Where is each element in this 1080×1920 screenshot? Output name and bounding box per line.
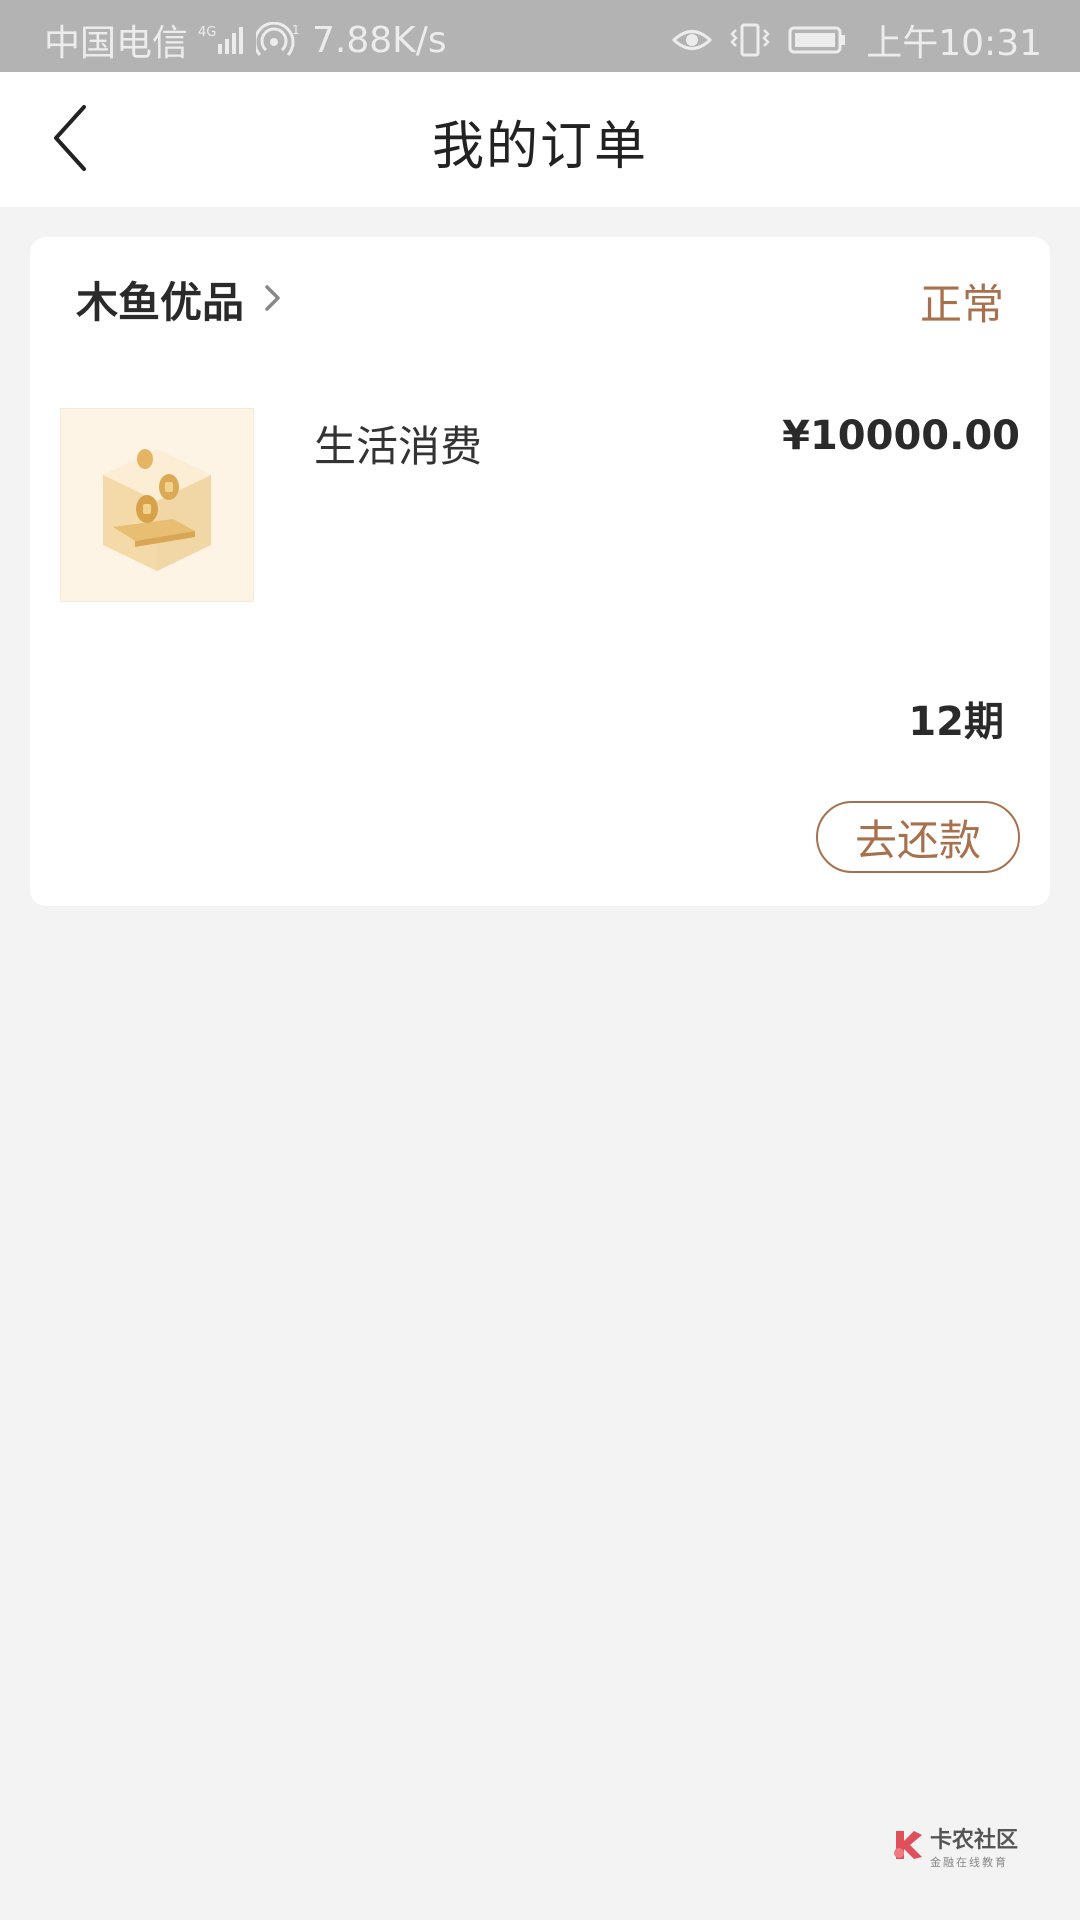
installment-count: 12期 bbox=[908, 699, 1004, 745]
product-name: 生活消费 bbox=[314, 422, 483, 471]
battery-icon bbox=[788, 24, 848, 56]
chevron-right-icon bbox=[264, 283, 282, 317]
shop-name: 木鱼优品 bbox=[76, 278, 245, 327]
clock: 上午10:31 bbox=[866, 23, 1042, 64]
svg-text:1: 1 bbox=[292, 23, 300, 37]
shop-link[interactable]: 木鱼优品 bbox=[76, 269, 282, 330]
product-thumbnail bbox=[60, 408, 254, 602]
product-price: ¥10000.00 bbox=[782, 413, 1020, 459]
eye-icon bbox=[672, 25, 713, 55]
order-card[interactable]: 木鱼优品 正常 生活消费 ¥10000.00 12期 去还款 bbox=[30, 237, 1050, 906]
kanong-logo-icon bbox=[890, 1827, 924, 1865]
vibrate-icon bbox=[730, 22, 771, 58]
network-speed: 7.88K/s bbox=[312, 19, 447, 61]
order-status-badge: 正常 bbox=[919, 280, 1004, 329]
hotspot-icon: 1 bbox=[256, 22, 302, 58]
svg-text:4G: 4G bbox=[198, 25, 216, 40]
status-bar: 中国电信 4G 1 7.88K/s 上午10:31 bbox=[0, 0, 1080, 72]
coin-box-icon bbox=[61, 449, 253, 605]
watermark-title: 卡农社区 bbox=[929, 1828, 1018, 1853]
watermark: 卡农社区 金融在线教育 bbox=[890, 1822, 1018, 1870]
signal-4g-icon: 4G bbox=[198, 22, 246, 58]
page-title: 我的订单 bbox=[431, 117, 648, 177]
carrier-label: 中国电信 bbox=[44, 23, 189, 64]
nav-bar: 我的订单 bbox=[0, 72, 1080, 207]
watermark-subtitle: 金融在线教育 bbox=[929, 1856, 1008, 1869]
repay-button[interactable]: 去还款 bbox=[816, 801, 1020, 873]
